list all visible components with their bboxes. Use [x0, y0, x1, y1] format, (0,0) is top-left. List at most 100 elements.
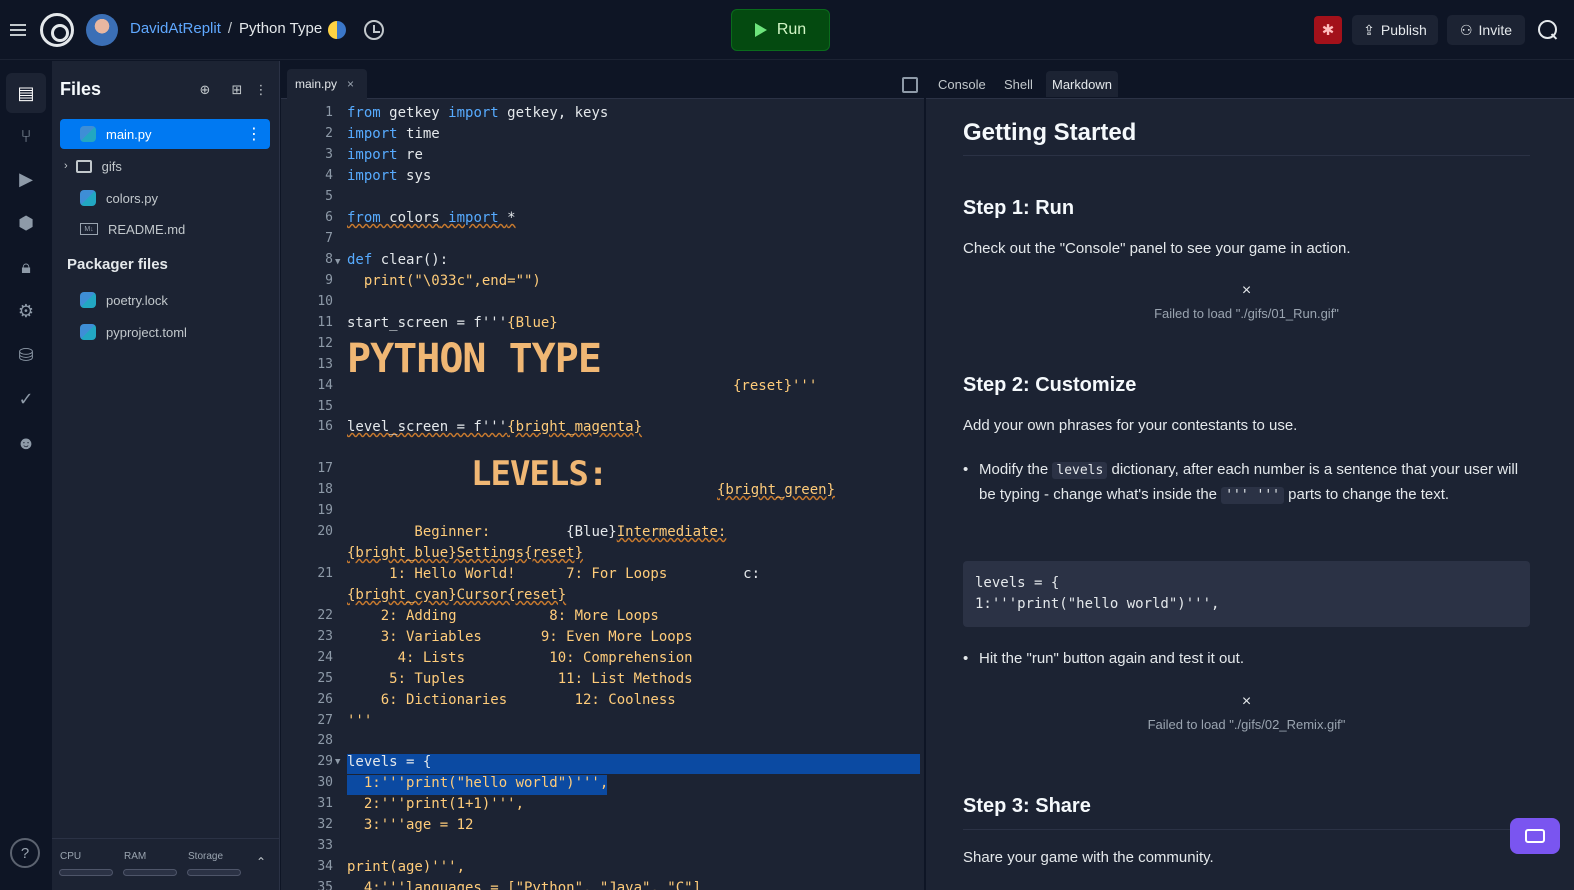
line-number: 10 — [317, 294, 333, 309]
line-number: 5 — [325, 189, 333, 204]
database-icon[interactable]: ⛁ — [6, 335, 46, 375]
tab-main-py[interactable]: main.py × — [287, 69, 367, 99]
md-list-item: Modify the levels dictionary, after each… — [963, 458, 1523, 508]
md-step1-text: Check out the "Console" panel to see you… — [963, 240, 1351, 257]
chat-button[interactable] — [1510, 818, 1560, 854]
debugger-icon[interactable]: ▶ — [6, 159, 46, 199]
alien-icon[interactable]: ☻ — [6, 423, 46, 463]
breadcrumb-repl-name[interactable]: Python Type — [239, 20, 322, 37]
help-button[interactable]: ? — [10, 838, 40, 868]
new-folder-icon[interactable]: ⊞ — [228, 81, 246, 99]
hamburger-menu-icon[interactable] — [6, 18, 30, 42]
file-pyproject-toml[interactable]: pyproject.toml — [60, 317, 270, 347]
code-line: 3:'''age = 12 — [347, 817, 474, 833]
divider — [963, 829, 1530, 830]
file-menu-icon[interactable]: ⋮ — [246, 124, 262, 144]
packages-icon[interactable]: ⬢ — [6, 203, 46, 243]
code-line: import time — [347, 126, 440, 142]
resource-usage[interactable]: CPU RAM Storage ⌃ — [52, 838, 280, 890]
close-icon[interactable]: × — [347, 77, 354, 91]
inline-code: levels — [1052, 462, 1108, 479]
code-line: ''' — [347, 713, 373, 729]
file-poetry-lock[interactable]: poetry.lock — [60, 285, 270, 315]
bug-report-icon[interactable]: ✱ — [1314, 16, 1342, 44]
replit-home-icon[interactable] — [40, 13, 74, 47]
ram-bar — [123, 869, 177, 876]
folder-icon — [75, 159, 92, 173]
python-file-icon — [80, 324, 96, 340]
files-icon[interactable]: ▤ — [6, 73, 46, 113]
search-icon[interactable] — [1536, 18, 1560, 42]
code-line: level_screen = f'''{bright_magenta} — [347, 419, 643, 435]
folder-gifs[interactable]: › gifs — [60, 151, 270, 181]
run-button[interactable]: Run — [731, 9, 830, 51]
code-line: from colors import * — [347, 210, 516, 226]
tab-console[interactable]: Console — [938, 71, 986, 97]
publish-button[interactable]: ⇪ Publish — [1352, 15, 1438, 45]
md-code-block: levels = { 1:'''print("hello world")''', — [963, 561, 1530, 627]
line-number: 6 — [325, 210, 333, 225]
invite-label: Invite — [1478, 22, 1513, 38]
line-number: 29 — [317, 754, 333, 769]
line-number: 35 — [317, 880, 333, 890]
md-step2-text: Add your own phrases for your contestant… — [963, 417, 1298, 434]
line-number: 33 — [317, 838, 333, 853]
line-number: 1 — [325, 105, 333, 120]
code-line: 4: Lists 10: Comprehension — [347, 650, 693, 666]
git-icon[interactable]: ⑂ — [6, 116, 46, 156]
code-editor[interactable]: 1 2 3 4 5 6 7 8 9 10 11 12 13 14 15 16 17 18 19 20 21 22 23 24 2… — [281, 99, 924, 890]
broken-image: × Failed to load "./gifs/02_Remix.gif" — [963, 693, 1530, 732]
file-name: README.md — [108, 221, 186, 237]
line-number: 8 — [325, 252, 333, 267]
breadcrumb: DavidAtReplit / Python Type — [130, 20, 322, 37]
settings-icon[interactable]: ⚙ — [6, 291, 46, 331]
markdown-file-icon: M↓ — [80, 223, 98, 235]
line-number: 19 — [317, 503, 333, 518]
history-icon[interactable] — [364, 20, 384, 40]
split-pane-icon[interactable] — [902, 77, 918, 93]
line-number: 4 — [325, 168, 333, 183]
cpu-label: CPU — [60, 851, 82, 862]
code-line: 1:'''print("hello world")''', — [347, 775, 609, 791]
file-main-py[interactable]: main.py ⋮ — [60, 119, 270, 149]
code-line: import re — [347, 147, 423, 163]
tab-markdown[interactable]: Markdown — [1046, 71, 1118, 97]
code-line: 6: Dictionaries 12: Coolness — [347, 692, 676, 708]
chevron-up-icon[interactable]: ⌃ — [256, 855, 266, 869]
tab-shell[interactable]: Shell — [1004, 71, 1033, 97]
file-name: poetry.lock — [106, 292, 168, 308]
code-line: import sys — [347, 168, 432, 184]
check-icon[interactable]: ✓ — [6, 379, 46, 419]
code-line: 2: Adding 8: More Loops — [347, 608, 659, 624]
code-line: print("\033c",end="") — [347, 273, 541, 289]
code-line: 5: Tuples 11: List Methods — [347, 671, 693, 687]
python-file-icon — [80, 292, 96, 308]
line-number: 11 — [317, 315, 333, 330]
file-readme-md[interactable]: M↓ README.md — [60, 214, 270, 244]
upload-icon: ⇪ — [1363, 21, 1375, 38]
file-colors-py[interactable]: colors.py — [60, 183, 270, 213]
files-title: Files — [60, 79, 102, 99]
top-bar: DavidAtReplit / Python Type Run ✱ ⇪ Publ… — [0, 0, 1574, 60]
line-number: 23 — [317, 629, 333, 644]
avatar[interactable] — [86, 14, 118, 46]
secrets-icon[interactable]: 🔒︎ — [6, 247, 46, 287]
code-line: {bright_cyan}Cursor{reset} — [347, 587, 567, 603]
broken-image-icon: × — [1241, 693, 1252, 710]
editor-scrollbar[interactable] — [920, 99, 924, 890]
breadcrumb-user-link[interactable]: DavidAtReplit — [130, 20, 221, 37]
more-options-icon[interactable]: ⋮ — [252, 81, 270, 99]
fold-arrow-icon[interactable]: ▼ — [335, 257, 340, 267]
invite-button[interactable]: ⚇ Invite — [1447, 15, 1525, 45]
code-line: {bright_green} — [717, 482, 836, 498]
editor-tab-bar: main.py × — [281, 61, 924, 99]
line-number: 16 — [317, 419, 333, 434]
line-number: 28 — [317, 733, 333, 748]
new-file-icon[interactable]: ⊕ — [196, 81, 214, 99]
fold-arrow-icon[interactable]: ▼ — [335, 757, 340, 767]
storage-label: Storage — [188, 851, 224, 862]
code-line: levels = { — [347, 754, 432, 770]
md-heading: Getting Started — [963, 119, 1137, 146]
code-line: 1: Hello World! 7: For Loops c: — [347, 566, 761, 582]
line-number: 2 — [325, 126, 333, 141]
